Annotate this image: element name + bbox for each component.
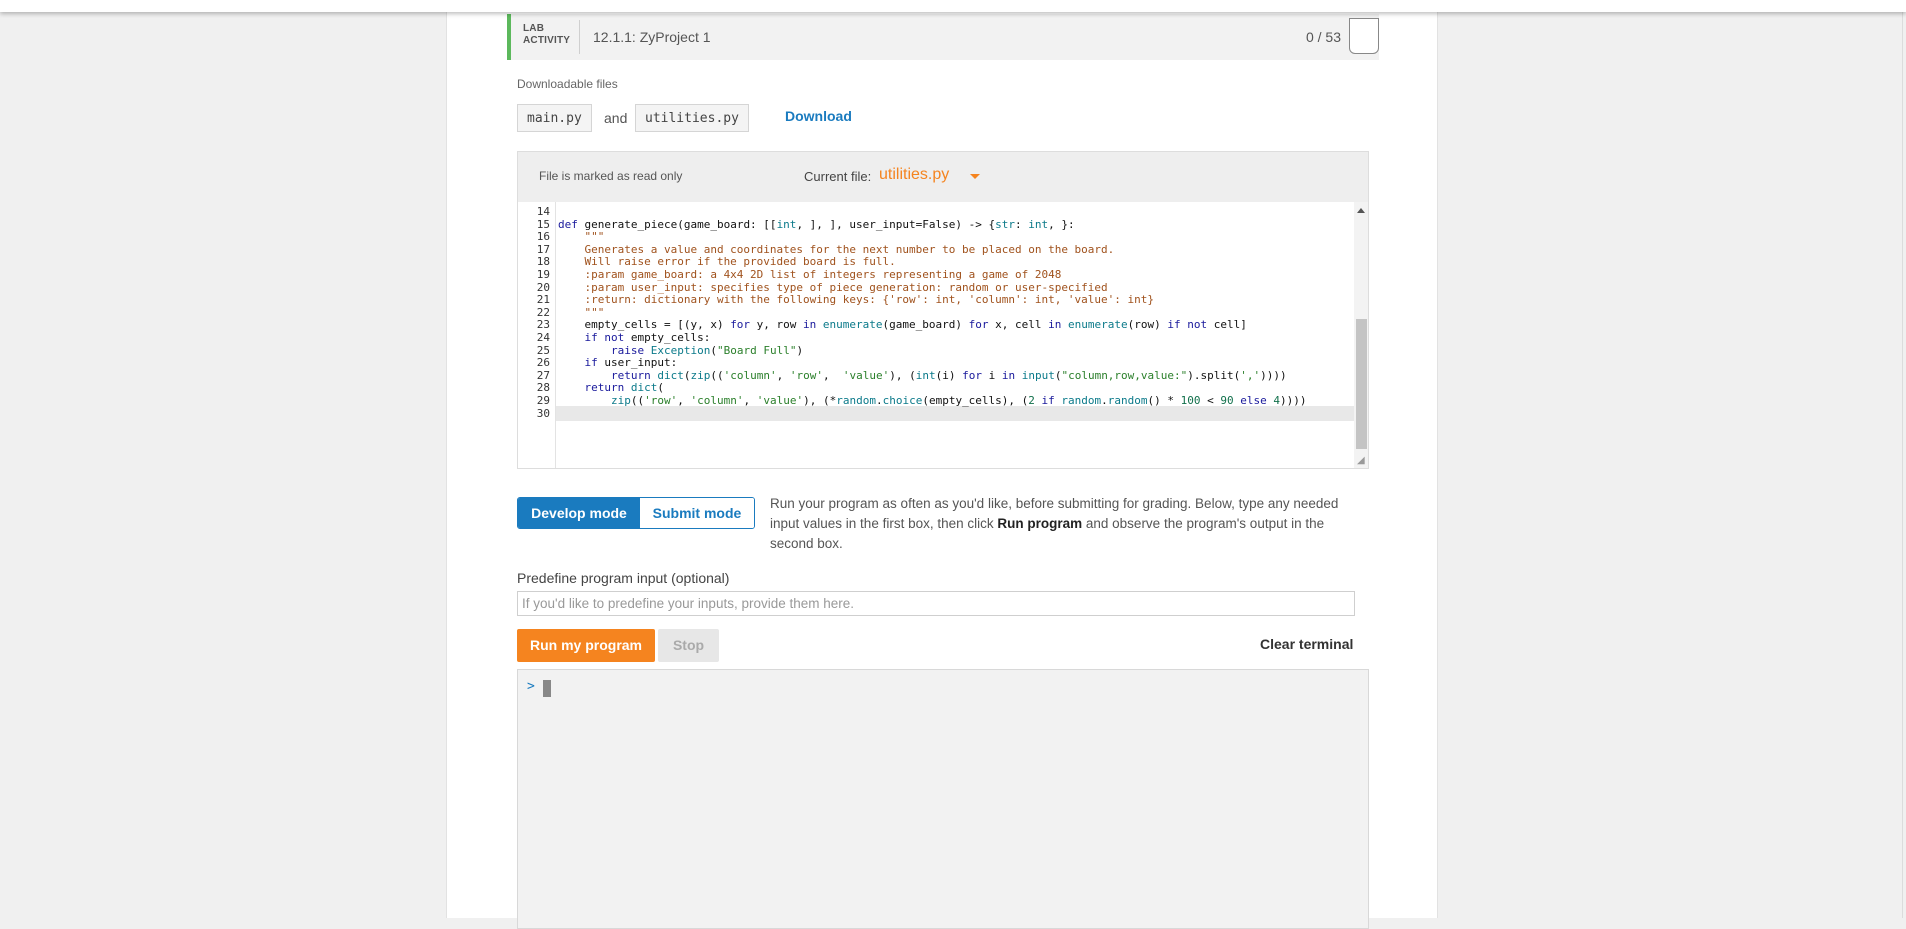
header-divider — [579, 20, 580, 54]
code-line: :return: dictionary with the following k… — [558, 293, 1155, 307]
submit-mode-button[interactable]: Submit mode — [640, 498, 754, 528]
mode-description-bold: Run program — [997, 516, 1083, 531]
file-chip-utilities: utilities.py — [635, 104, 749, 132]
lab-activity-header: LAB ACTIVITY 12.1.1: ZyProject 1 0 / 53 — [507, 14, 1379, 60]
scrollbar-thumb[interactable] — [1356, 319, 1367, 449]
line-number: 30 — [536, 406, 550, 420]
lab-score: 0 / 53 — [1305, 29, 1341, 45]
downloadable-files-label: Downloadable files — [517, 77, 618, 91]
terminal-prompt-icon: > — [527, 679, 535, 694]
code-editor-panel: File is marked as read only Current file… — [517, 151, 1369, 469]
read-only-note: File is marked as read only — [539, 169, 683, 183]
develop-mode-button[interactable]: Develop mode — [518, 498, 640, 528]
content-page: LAB ACTIVITY 12.1.1: ZyProject 1 0 / 53 … — [446, 0, 1438, 929]
lab-activity-tag: LAB ACTIVITY — [523, 23, 583, 47]
stop-button[interactable]: Stop — [658, 629, 719, 662]
predefine-input-label: Predefine program input (optional) — [517, 570, 730, 586]
mode-toggle: Develop mode Submit mode — [517, 497, 755, 529]
editor-scrollbar[interactable] — [1354, 202, 1368, 468]
lab-title: 12.1.1: ZyProject 1 — [593, 29, 711, 45]
top-bar — [0, 0, 1906, 12]
lab-tag-line1: LAB — [523, 23, 545, 34]
code-line: def generate_piece(game_board: [[int, ],… — [558, 217, 1075, 231]
and-text: and — [604, 110, 628, 126]
code-line: return dict(zip(('column', 'row', 'value… — [610, 368, 1287, 382]
download-link[interactable]: Download — [785, 108, 852, 124]
predefine-input-field[interactable] — [517, 591, 1355, 616]
code-line: zip(('row', 'column', 'value'), (*random… — [610, 394, 1307, 407]
file-chip-main: main.py — [517, 104, 592, 132]
code-area[interactable]: 14 15 def generate_piece(game_board: [[int… — [518, 202, 1354, 468]
resize-grip-icon[interactable]: ◢ — [1357, 455, 1365, 466]
lab-tag-line2: ACTIVITY — [523, 35, 571, 46]
current-file-dropdown[interactable]: utilities.py — [879, 166, 949, 184]
scroll-up-icon[interactable] — [1357, 208, 1365, 213]
clear-terminal-button[interactable]: Clear terminal — [1260, 636, 1353, 652]
current-file-label: Current file: — [804, 169, 872, 184]
window-edge — [1902, 12, 1903, 918]
output-terminal[interactable]: > — [517, 669, 1369, 929]
mode-description: Run your program as often as you'd like,… — [770, 494, 1360, 554]
chevron-down-icon[interactable] — [970, 174, 980, 179]
terminal-cursor — [543, 680, 551, 697]
completion-badge-icon — [1349, 18, 1379, 54]
run-program-button[interactable]: Run my program — [517, 629, 655, 662]
